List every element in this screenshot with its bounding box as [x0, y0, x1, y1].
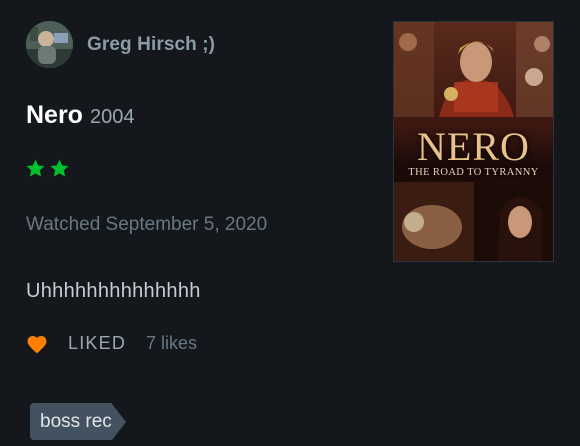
- star-icon: [26, 159, 45, 177]
- like-row: LIKED 7 likes: [26, 333, 197, 354]
- tag-arrow-shape: [111, 403, 126, 440]
- film-poster[interactable]: NERO THE ROAD TO TYRANNY: [393, 21, 554, 262]
- likes-count[interactable]: 7 likes: [146, 333, 197, 354]
- film-heading: Nero 2004: [26, 101, 134, 130]
- liked-label: LIKED: [68, 333, 127, 353]
- watched-date: Watched September 5, 2020: [26, 214, 268, 235]
- star-icon: [50, 159, 69, 177]
- review-text: Uhhhhhhhhhhhhhh: [26, 280, 201, 302]
- tag-label: boss rec: [30, 403, 112, 440]
- heart-icon[interactable]: [26, 334, 48, 354]
- reviewer-row[interactable]: Greg Hirsch ;): [26, 21, 215, 68]
- film-title[interactable]: Nero: [26, 101, 83, 130]
- tag[interactable]: boss rec: [30, 403, 126, 440]
- poster-subtitle: THE ROAD TO TYRANNY: [408, 167, 539, 178]
- star-rating: [25, 158, 70, 179]
- review-card: Greg Hirsch ;) Nero 2004 Watched Septemb…: [0, 0, 580, 446]
- film-year[interactable]: 2004: [90, 106, 135, 129]
- poster-title: NERO: [417, 124, 530, 169]
- avatar[interactable]: [26, 21, 73, 68]
- username[interactable]: Greg Hirsch ;): [87, 34, 215, 56]
